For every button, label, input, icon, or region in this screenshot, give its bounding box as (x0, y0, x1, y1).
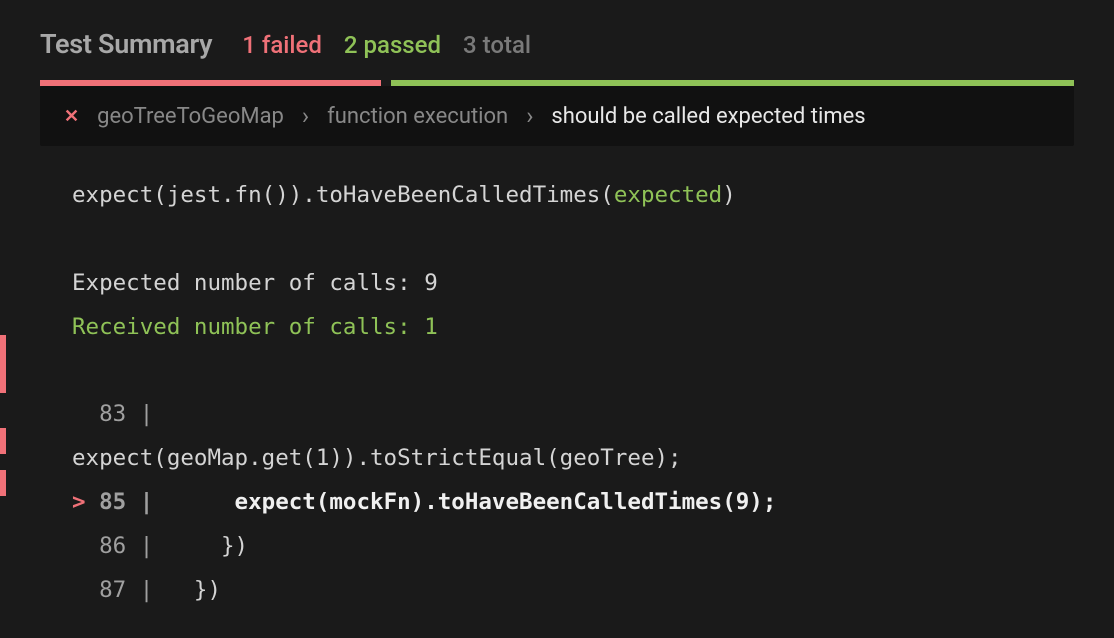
line-number: 85 | (86, 489, 154, 515)
error-caret-icon: > (72, 489, 86, 515)
test-summary-panel: Test Summary 1 failed 2 passed 3 total ✕… (0, 0, 1114, 613)
progress-bar (40, 80, 1074, 86)
passed-count[interactable]: 2 passed (344, 31, 441, 59)
code-text: ) (722, 182, 736, 208)
gutter-error-marker (0, 428, 6, 454)
progress-passed-segment (391, 80, 1074, 86)
breadcrumb-item[interactable]: geoTreeToGeoMap (97, 104, 284, 129)
code-text: Received number of calls: 1 (72, 306, 1042, 350)
test-stats: 1 failed 2 passed 3 total (242, 31, 531, 59)
code-text: expect(geoMap.get(1)).toStrictEqual(geoT… (72, 437, 1042, 481)
progress-failed-segment (40, 80, 381, 86)
gutter-error-marker (0, 335, 6, 393)
close-icon[interactable]: ✕ (64, 106, 79, 127)
breadcrumb-item[interactable]: function execution (327, 104, 508, 129)
code-text: expect(jest.fn()).toHaveBeenCalledTimes( (72, 182, 614, 208)
gutter-error-marker (0, 470, 6, 496)
panel-title: Test Summary (40, 28, 212, 60)
line-number: 83 | (72, 401, 153, 427)
code-text: Expected number of calls: 9 (72, 262, 1042, 306)
code-text: expected (614, 182, 722, 208)
total-count: 3 total (463, 31, 531, 59)
chevron-right-icon: › (302, 102, 309, 130)
line-number: 86 | (72, 533, 153, 559)
line-number: 87 | (72, 577, 153, 603)
error-output: expect(jest.fn()).toHaveBeenCalledTimes(… (0, 174, 1114, 613)
breadcrumb[interactable]: ✕ geoTreeToGeoMap › function execution ›… (40, 86, 1074, 146)
summary-header: Test Summary 1 failed 2 passed 3 total (0, 28, 1114, 80)
code-text: }) (153, 577, 221, 603)
chevron-right-icon: › (526, 102, 533, 130)
breadcrumb-item[interactable]: should be called expected times (551, 104, 865, 129)
code-text: expect(mockFn).toHaveBeenCalledTimes(9); (153, 489, 776, 515)
code-text: }) (153, 533, 248, 559)
failed-count[interactable]: 1 failed (242, 31, 322, 59)
